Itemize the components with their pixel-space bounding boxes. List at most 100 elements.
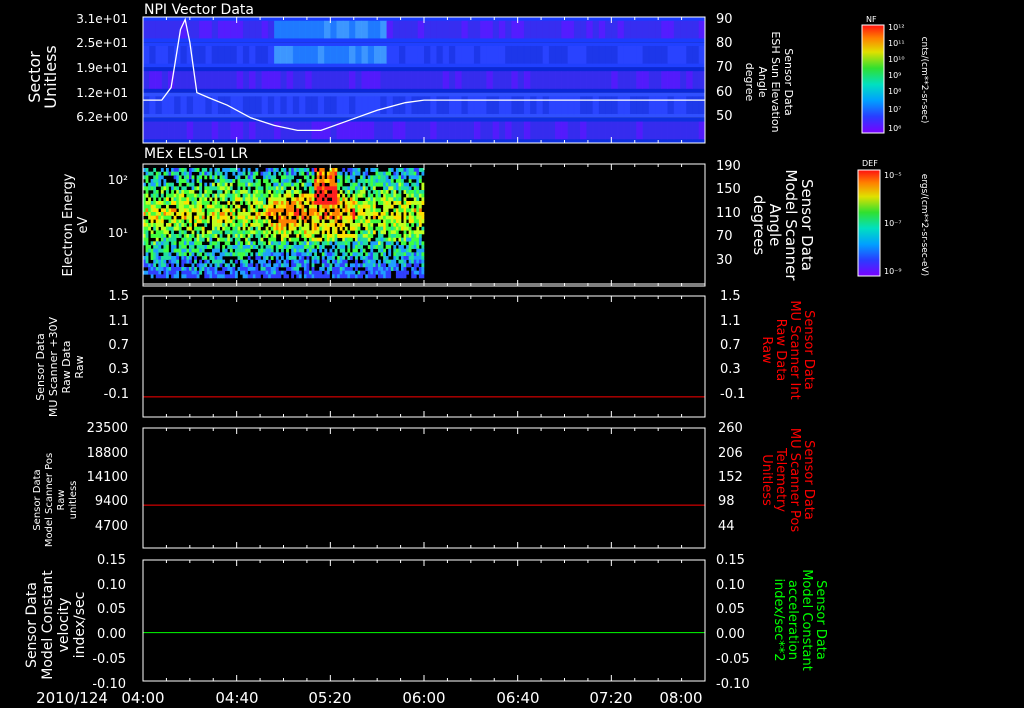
heat2-cell [255,219,259,224]
heat2-cell [393,263,397,268]
heat1-cell [636,121,644,140]
heat2-cell [168,226,172,231]
heat2-cell [247,182,251,187]
heat2-cell [301,226,305,231]
heat2-cell [357,186,361,191]
heat2-cell [183,175,187,180]
heat1-cell [567,45,575,64]
heat2-cell [319,223,323,227]
heat2-cell [171,267,174,271]
heat2-cell [183,252,187,257]
heat2-cell [199,201,203,205]
heat2-cell [280,204,284,209]
heat2-cell [418,259,422,264]
heat1-cell [267,71,275,89]
heat2-cell [206,193,210,198]
heat2-cell [178,182,182,187]
heat2-cell [171,274,174,279]
heat2-cell [309,193,312,198]
heat2-cell [280,234,284,238]
heat2-cell [401,241,404,246]
heat1-cell [236,121,244,140]
heat2-cell [163,171,167,176]
heat2-cell [247,230,251,235]
heat2-cell [163,241,167,246]
heat2-cell [171,197,174,202]
heat1-cell [342,121,350,140]
heat2-cell [150,193,154,198]
heat1-cell [192,96,200,115]
heat2-cell [224,204,228,209]
heat2-cell [357,215,361,220]
heat1-cell [186,96,194,115]
heat2-cell [301,171,305,176]
heat2-cell [199,219,203,224]
heat2-cell [337,182,340,187]
heat2-cell [324,215,328,220]
heat2-cell [227,186,231,191]
heat1-cell [399,45,406,64]
heat2-cell [227,168,231,172]
heat1-cell [261,45,269,64]
heat2-cell [165,267,169,271]
heat2-cell [385,186,389,191]
heat2-cell [222,182,226,187]
heat2-cell [337,171,340,176]
heat2-cell [280,197,284,202]
heat2-cell [324,190,328,194]
heat2-cell [181,186,185,191]
heat2-cell [214,171,218,176]
heat2-cell [181,204,185,209]
heat2-cell [188,270,192,275]
heat2-cell [268,223,272,227]
heat2-cell [273,197,277,202]
heat2-cell [145,245,149,249]
heat2-cell [227,230,231,235]
heat2-cell [168,259,172,264]
heat2-cell [224,241,228,246]
heat2-cell [278,215,282,220]
heat2-cell [229,197,233,202]
heat1-cell [692,20,700,39]
heat2-cell [237,223,241,227]
heat2-cell [234,175,238,180]
heat2-cell [344,219,348,224]
heat2-cell [168,234,172,238]
heat2-cell [160,248,164,253]
heat2-cell [188,237,192,242]
heat2-cell [339,234,343,238]
heat2-cell [291,186,295,191]
heat2-cell [329,267,333,271]
heat2-cell [321,193,325,198]
heat2-cell [408,263,412,268]
heat2-cell [385,212,389,216]
heat1-cell [661,45,669,64]
heat1-cell [498,20,506,39]
heat2-cell [214,168,218,172]
heat2-cell [337,263,340,268]
heat2-cell [214,267,218,271]
heat2-cell [344,204,348,209]
heat2-cell [334,230,338,235]
heat2-cell [372,270,376,275]
heat2-cell [181,212,185,216]
heat1-cell [692,96,700,115]
heat2-cell [339,175,343,180]
heat2-cell [342,168,346,172]
heat1-cell [698,45,706,64]
heat2-cell [332,168,335,172]
heat2-cell [257,274,261,279]
heat2-cell [252,270,256,275]
heat2-cell [158,274,162,279]
heat2-cell [383,219,386,224]
heat1-cell [299,96,306,115]
heat2-cell [421,245,425,249]
heat2-cell [183,179,187,183]
heat2-cell [160,241,164,246]
heat1-cell [511,96,519,115]
heat2-cell [367,212,371,216]
p4-left-tick: 18800 [87,446,128,461]
heat2-cell [242,182,246,187]
heat2-cell [390,241,394,246]
heat2-cell [224,252,228,257]
